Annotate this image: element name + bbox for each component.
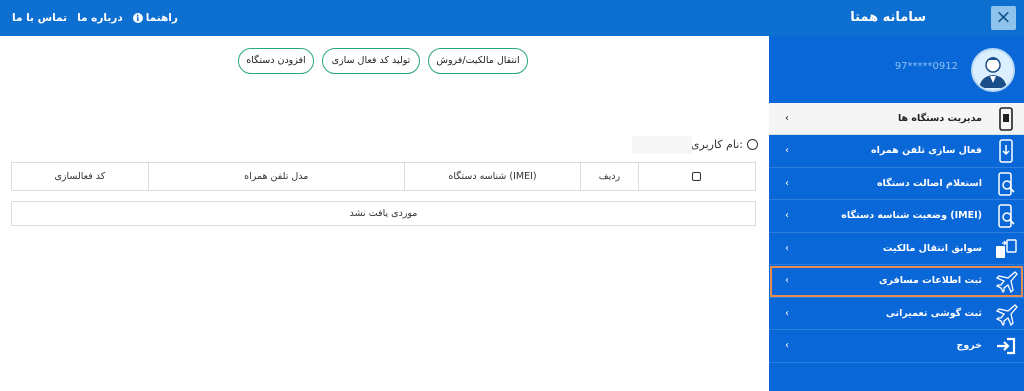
- app-title: سامانه همتا: [850, 10, 926, 25]
- username-label-group: نام کاربری:: [691, 138, 758, 151]
- select-all-checkbox[interactable]: [692, 172, 702, 181]
- sidebar-item-label: سوابق انتقال مالکیت: [882, 242, 982, 254]
- sidebar-item-label: ثبت گوشی تعمیراتی: [885, 307, 982, 319]
- sidebar-item-label: ثبت اطلاعات مسافری: [878, 275, 982, 286]
- chevron-icon: ‹: [785, 210, 789, 221]
- chevron-icon: ‹: [785, 177, 789, 189]
- user-icon: [747, 139, 758, 150]
- chevron-icon: ‹: [785, 340, 789, 351]
- about-us-link[interactable]: درباره ما: [77, 12, 123, 24]
- chevron-icon: ‹: [785, 145, 789, 156]
- main-content: انتقال مالکیت/فروش تولید کد فعال سازی اف…: [0, 36, 769, 391]
- sidebar-item-travel-info[interactable]: ثبت اطلاعات مسافری ‹: [769, 265, 1024, 298]
- contact-us-link[interactable]: تماس با ما: [12, 12, 67, 24]
- sidebar-item-repair-phone[interactable]: ثبت گوشی تعمیراتی ‹: [769, 298, 1024, 330]
- empty-table-message: موردی یافت نشد: [11, 201, 756, 226]
- airplane-icon: [994, 269, 1018, 294]
- sidebar: 97*****0912 مدیریت دستگاه ها ‹ فعال سازی…: [769, 36, 1024, 391]
- sidebar-item-label: خروج: [956, 340, 982, 351]
- chevron-icon: ‹: [785, 242, 789, 254]
- add-device-button[interactable]: افزودن دستگاه: [238, 48, 314, 74]
- contact-us-label: تماس با ما: [12, 12, 68, 24]
- username-value-field: [632, 136, 692, 154]
- sidebar-item-authenticity-check[interactable]: استعلام اصالت دستگاه ‹: [769, 168, 1024, 200]
- col-activation-code: کد فعالسازی: [54, 171, 106, 182]
- sidebar-menu: مدیریت دستگاه ها ‹ فعال سازی تلفن همراه …: [769, 103, 1024, 363]
- top-links: تماس با ما درباره ما راهنما i: [12, 0, 178, 36]
- user-avatar-icon: [979, 57, 1007, 88]
- generate-activation-code-button[interactable]: تولید کد فعال سازی: [322, 48, 420, 74]
- profile-area: 97*****0912: [769, 36, 1024, 103]
- col-phone-model: مدل تلفن همراه: [147, 163, 404, 190]
- info-icon: i: [132, 13, 143, 23]
- help-link[interactable]: راهنما i: [132, 12, 178, 24]
- sidebar-item-label: وضعیت شناسه دستگاه (IMEI): [841, 210, 982, 221]
- help-label: راهنما: [145, 12, 178, 24]
- chevron-icon: ‹: [785, 113, 789, 124]
- sidebar-item-imei-status[interactable]: وضعیت شناسه دستگاه (IMEI) ‹: [769, 200, 1024, 233]
- sidebar-item-label: فعال سازی تلفن همراه: [871, 145, 982, 156]
- device-management-icon: [994, 107, 1018, 131]
- transfer-ownership-button[interactable]: انتقال مالکیت/فروش: [428, 48, 528, 74]
- phone-search-icon: [994, 171, 1018, 196]
- sidebar-item-logout[interactable]: خروج ‹: [769, 330, 1024, 363]
- select-all-cell[interactable]: [637, 163, 755, 190]
- airplane-icon: [994, 302, 1018, 326]
- transfer-history-icon: [994, 237, 1018, 261]
- top-bar: تماس با ما درباره ما راهنما i سامانه همتا…: [0, 0, 1024, 36]
- close-menu-button[interactable]: ×: [991, 6, 1016, 30]
- phone-number: 97*****0912: [894, 61, 958, 72]
- phone-activation-icon: [994, 139, 1018, 163]
- phone-search-icon: [994, 204, 1018, 228]
- col-imei: شناسه دستگاه (IMEI): [403, 163, 581, 190]
- chevron-icon: ‹: [785, 275, 789, 286]
- logout-icon: [994, 334, 1018, 358]
- sidebar-item-label: مدیریت دستگاه ها: [897, 113, 982, 124]
- sidebar-item-transfer-history[interactable]: سوابق انتقال مالکیت ‹: [769, 233, 1024, 265]
- username-label: نام کاربری:: [690, 138, 743, 151]
- devices-table-header: ردیف شناسه دستگاه (IMEI) مدل تلفن همراه …: [11, 162, 756, 191]
- col-row: ردیف: [580, 163, 637, 190]
- sidebar-item-label: استعلام اصالت دستگاه: [876, 177, 982, 189]
- chevron-icon: ‹: [785, 307, 789, 319]
- sidebar-item-phone-activation[interactable]: فعال سازی تلفن همراه ‹: [769, 135, 1024, 168]
- about-us-label: درباره ما: [77, 12, 123, 24]
- sidebar-item-device-management[interactable]: مدیریت دستگاه ها ‹: [769, 103, 1024, 135]
- avatar[interactable]: [971, 48, 1015, 92]
